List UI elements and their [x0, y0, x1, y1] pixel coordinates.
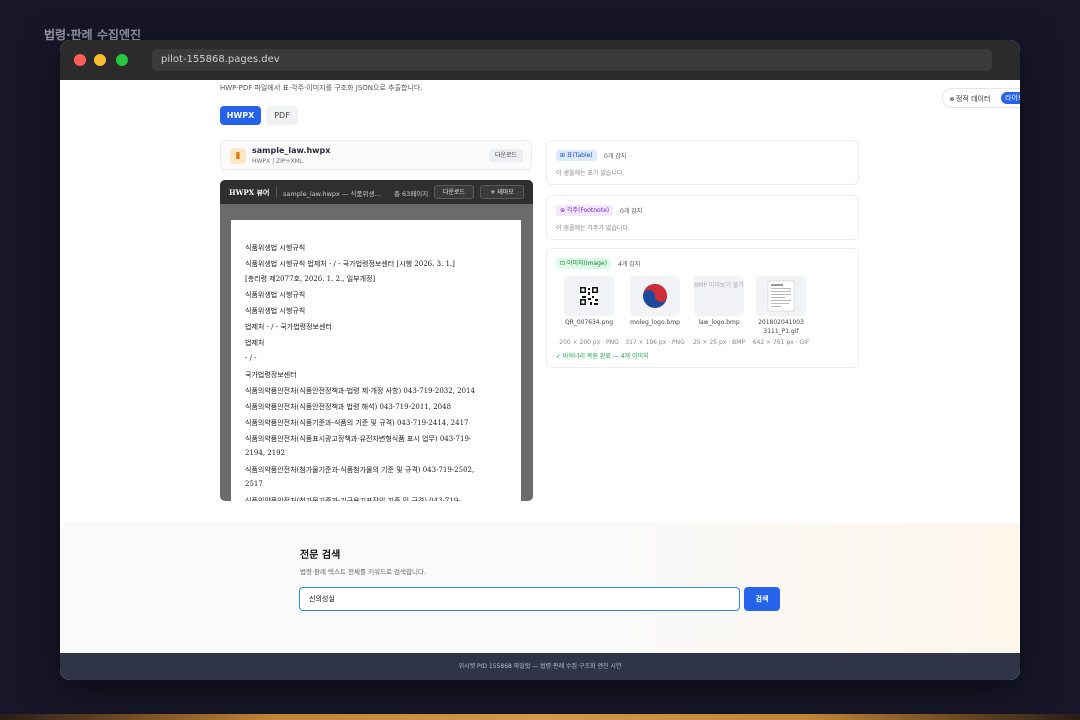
image-meta: 200 × 200 px · PNG — [559, 339, 619, 346]
document-line: 식품의약품안전처(첨가물기준과-식품첨가물의 기준 및 규격) 043-719-… — [245, 466, 475, 474]
document-line: 식품의약품안전처(첨가물기준과-기구용기포장의 기준 및 규격) 043-719… — [245, 497, 461, 501]
table-panel: ⊞ 표(Table) 0개 감지 이 샘플에는 표가 없습니다. — [546, 140, 859, 185]
browser-window: pilot-155868.pages.dev HWP·PDF 파일에서 표·각주… — [60, 40, 1020, 680]
image-name: law_logo.bmp — [698, 319, 740, 326]
viewer-filename: sample_law.hwpx — 식품위생… — [283, 190, 381, 198]
file-card: ▮ sample_law.hwpx HWPX | ZIP+XML 다운로드 — [220, 140, 532, 170]
taegeuk-logo-icon — [643, 284, 667, 308]
qr-code-icon — [579, 286, 599, 306]
image-name: moleg_logo.bmp — [630, 319, 680, 326]
document-line: 식품위생법 시행규칙 — [245, 291, 306, 299]
document-page[interactable]: 식품위생법 시행규칙 식품위생법 시행규칙 법제처 - / - 국가법령정보센터 … — [231, 220, 521, 501]
document-line: 2517 — [245, 480, 263, 488]
data-status-chip: 정적 데이터 라이브 — [942, 88, 1020, 108]
tab-hwpx[interactable]: HWPX — [220, 106, 261, 125]
minimize-window-button[interactable] — [94, 54, 106, 66]
url-bar[interactable]: pilot-155868.pages.dev — [152, 49, 992, 71]
image-thumbnail-gif[interactable] — [756, 276, 806, 316]
search-description: 법령·판례 텍스트 전체를 키워드로 검색합니다. — [300, 568, 427, 576]
image-thumbnail-law-logo[interactable]: BMP 미리보기 불가 — [694, 276, 744, 316]
status-dot-icon — [950, 97, 954, 101]
table-empty-message: 이 샘플에는 표가 없습니다. — [556, 170, 625, 177]
live-mode-button[interactable]: 라이브 — [1001, 92, 1020, 104]
page-content: HWP·PDF 파일에서 표·각주·이미지를 구조화 JSON으로 추출합니다.… — [60, 80, 1020, 680]
image-name: QR_007634.png — [564, 319, 614, 326]
document-line: 법제처 - / - 국가법령정보센터 — [245, 323, 332, 331]
search-title: 전문 검색 — [300, 550, 341, 561]
image-thumbnail-moleg[interactable] — [630, 276, 680, 316]
document-page-icon — [767, 280, 795, 312]
file-name: sample_law.hwpx — [252, 146, 331, 155]
toolbar-divider — [276, 186, 277, 198]
bmp-preview-unavailable: BMP 미리보기 불가 — [694, 282, 744, 289]
footnote-count: 0개 감지 — [620, 208, 643, 215]
image-panel: ⊡ 이미지(Image) 4개 감지 BMP 미리보기 불가 QR_007634… — [546, 248, 859, 368]
document-line: 식품의약품안전처(식품기준과-식품의 기준 및 규격) 043-719-2414… — [245, 419, 469, 427]
document-line: 식품위생법 시행규칙 — [245, 244, 306, 252]
footer: 위시켓 PID 155868 파일럿 — 법령·판례 수집·구조화 엔진 시연 — [60, 653, 1020, 680]
file-icon: ▮ — [230, 148, 246, 164]
footnote-panel: ⊕ 각주(Footnote) 0개 감지 이 샘플에는 각주가 없습니다. — [546, 195, 859, 240]
image-meta: 642 × 761 px · GIF — [752, 339, 810, 346]
document-line: 식품의약품안전처(식품안전정책과-법령 제·개정 사항) 043-719-203… — [245, 387, 475, 395]
page-description: HWP·PDF 파일에서 표·각주·이미지를 구조화 JSON으로 추출합니다. — [220, 84, 423, 92]
image-thumbnail-qr[interactable] — [564, 276, 614, 316]
document-line: 법제처 — [245, 339, 265, 347]
footnote-empty-message: 이 샘플에는 각주가 없습니다. — [556, 225, 630, 232]
file-download-button[interactable]: 다운로드 — [489, 149, 523, 162]
document-line: 식품위생법 시행규칙 법제처 - / - 국가법령정보센터 [시행 2026. … — [245, 260, 455, 268]
restore-status: ✓ 바이너리 복원 완료 — 4개 이미지 — [556, 353, 649, 360]
image-name: 201802041003 3111_P1.gif — [758, 319, 804, 335]
search-button[interactable]: 검색 — [744, 587, 780, 611]
document-line: [총리령 제2077호, 2026. 1. 2., 일부개정] — [245, 275, 376, 283]
window-chrome: pilot-155868.pages.dev — [60, 40, 1020, 80]
image-meta: 317 × 196 px · PNG — [625, 339, 685, 346]
document-line: - / - — [245, 354, 257, 362]
image-count: 4개 감지 — [618, 261, 641, 268]
viewer-download-button[interactable]: 다운로드 — [434, 185, 474, 199]
document-line: 식품의약품안전처(식품안전정책과 법령 해석) 043-719-2011, 20… — [245, 403, 452, 411]
close-window-button[interactable] — [74, 54, 86, 66]
footnote-badge: ⊕ 각주(Footnote) — [556, 205, 614, 216]
viewer-toolbar: HWPX 뷰어 sample_law.hwpx — 식품위생… 총 63페이지 … — [220, 180, 533, 204]
table-badge: ⊞ 표(Table) — [556, 150, 597, 161]
file-type: HWPX | ZIP+XML — [252, 158, 304, 165]
document-line: 식품의약품안전처(식품표시광고정책과-유전자변형식품 표시 업무) 043-71… — [245, 435, 472, 443]
document-line: 국가법령정보센터 — [245, 371, 297, 379]
search-section: 전문 검색 법령·판례 텍스트 전체를 키워드로 검색합니다. 검색 — [60, 523, 1020, 653]
viewer-theme-button[interactable]: ☀ 테마모 — [480, 185, 524, 199]
maximize-window-button[interactable] — [116, 54, 128, 66]
hwpx-viewer: HWPX 뷰어 sample_law.hwpx — 식품위생… 총 63페이지 … — [220, 180, 533, 501]
image-meta: 25 × 25 px · BMP — [692, 339, 745, 346]
search-input[interactable] — [299, 587, 740, 611]
table-count: 0개 감지 — [604, 153, 627, 160]
tab-pdf[interactable]: PDF — [266, 106, 298, 125]
viewer-page-count: 총 63페이지 — [394, 190, 429, 198]
document-line: 식품위생법 시행규칙 — [245, 307, 306, 315]
viewer-title: HWPX 뷰어 — [229, 188, 270, 197]
image-badge: ⊡ 이미지(Image) — [556, 258, 611, 269]
document-line: 2194, 2192 — [245, 449, 286, 457]
background-glow — [0, 714, 1080, 720]
status-label: 정적 데이터 — [956, 95, 991, 103]
